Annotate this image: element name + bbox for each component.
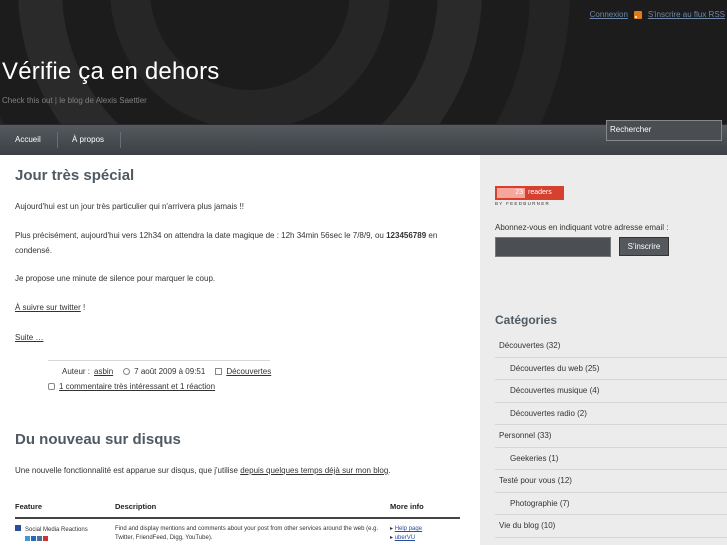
site-header: Connexion S'inscrire au flux RSS Vérifie… bbox=[0, 0, 727, 124]
post-paragraph: Une nouvelle fonctionnalité est apparue … bbox=[15, 463, 465, 478]
rss-link[interactable]: S'inscrire au flux RSS bbox=[648, 10, 725, 19]
subscribe-text: Abonnez-vous en indiquant votre adresse … bbox=[495, 223, 669, 232]
rss-icon bbox=[633, 10, 642, 19]
table-row: Social Media Reactions Find and display … bbox=[15, 518, 460, 545]
comment-icon bbox=[48, 383, 55, 390]
paragraph-text: . bbox=[388, 466, 391, 475]
category-item[interactable]: Vie du blog (10) bbox=[495, 515, 727, 538]
nav-separator bbox=[57, 132, 58, 148]
search-input[interactable]: Rechercher bbox=[606, 120, 722, 141]
more-info-cell: ▸ Help page ▸ uberVU bbox=[390, 518, 460, 545]
category-list: Découvertes (32) Découvertes du web (25)… bbox=[495, 335, 727, 538]
site-description: Check this out | le blog de Alexis Saett… bbox=[2, 96, 147, 105]
post-meta: Auteur : asbin 7 août 2009 à 09:51 Décou… bbox=[62, 367, 271, 376]
youtube-icon bbox=[43, 536, 48, 541]
ubervu-link[interactable]: uberVU bbox=[395, 535, 415, 541]
description-cell: Find and display mentions and comments a… bbox=[115, 526, 379, 541]
table-header-row: Feature Description More info bbox=[15, 496, 460, 519]
twitter-icon bbox=[25, 536, 30, 541]
meta-divider bbox=[48, 360, 270, 361]
more-info-link[interactable]: ▸ uberVU bbox=[390, 534, 460, 543]
paragraph-text: Une nouvelle fonctionnalité est apparue … bbox=[15, 466, 241, 475]
post-paragraph: Suite … bbox=[15, 330, 465, 345]
paragraph-text: Plus précisément, aujourd'hui vers 12h34… bbox=[15, 231, 387, 240]
categories-title: Catégories bbox=[495, 313, 558, 327]
more-info-link[interactable]: ▸ Help page bbox=[390, 525, 460, 534]
feature-cell: Social Media Reactions bbox=[15, 518, 115, 545]
read-more-link[interactable]: Suite … bbox=[15, 333, 43, 342]
nav-item-accueil[interactable]: Accueil bbox=[15, 125, 41, 155]
digg-icon bbox=[37, 536, 42, 541]
subscribe-button[interactable]: S'inscrire bbox=[619, 237, 669, 256]
post-date: 7 août 2009 à 09:51 bbox=[134, 367, 206, 376]
post-title[interactable]: Jour très spécial bbox=[15, 167, 134, 184]
category-item[interactable]: Geekeries (1) bbox=[495, 448, 727, 470]
nav-item-a-propos[interactable]: À propos bbox=[72, 125, 104, 155]
top-links: Connexion S'inscrire au flux RSS bbox=[590, 10, 725, 19]
main-content: Jour très spécial Aujourd'hui est un jou… bbox=[0, 155, 480, 545]
table-header: Feature bbox=[15, 496, 115, 519]
sidebar: 23 readers BY FEEDBURNER Abonnez-vous en… bbox=[480, 155, 727, 545]
feature-name: Social Media Reactions bbox=[25, 527, 88, 533]
post-paragraph: Je propose une minute de silence pour ma… bbox=[15, 274, 216, 283]
author-prefix: Auteur : bbox=[62, 367, 91, 376]
category-link[interactable]: Découvertes bbox=[226, 367, 271, 376]
site-title[interactable]: Vérifie ça en dehors bbox=[2, 58, 219, 86]
post-paragraph: À suivre sur twitter ! bbox=[15, 300, 465, 315]
category-item[interactable]: Découvertes (32) bbox=[495, 335, 727, 358]
category-item[interactable]: Découvertes du web (25) bbox=[495, 358, 727, 380]
checkbox-icon bbox=[15, 525, 21, 531]
email-field[interactable] bbox=[495, 237, 611, 257]
category-item[interactable]: Testé pour vous (12) bbox=[495, 470, 727, 493]
nav-separator bbox=[120, 132, 121, 148]
feature-table: Feature Description More info Social Med… bbox=[15, 496, 460, 545]
post-title[interactable]: Du nouveau sur disqus bbox=[15, 431, 181, 448]
twitter-link[interactable]: À suivre sur twitter bbox=[15, 303, 81, 312]
category-item[interactable]: Découvertes radio (2) bbox=[495, 403, 727, 425]
post-comments: 1 commentaire très intéressant et 1 réac… bbox=[48, 382, 215, 391]
table-header: Description bbox=[115, 496, 390, 519]
feedburner-badge[interactable]: 23 readers bbox=[495, 186, 564, 200]
help-page-link[interactable]: Help page bbox=[395, 526, 422, 532]
category-item[interactable]: Photographie (7) bbox=[495, 493, 727, 515]
author-link[interactable]: asbin bbox=[94, 367, 113, 376]
folder-icon bbox=[215, 368, 223, 375]
paragraph-text: ! bbox=[80, 303, 86, 312]
blog-link[interactable]: depuis quelques temps déjà sur mon blog bbox=[240, 466, 388, 475]
table-header: More info bbox=[390, 496, 460, 519]
readers-label: readers bbox=[528, 189, 552, 196]
post-paragraph: Aujourd'hui est un jour très particulier… bbox=[15, 202, 244, 211]
friendfeed-icon bbox=[31, 536, 36, 541]
login-link[interactable]: Connexion bbox=[590, 10, 628, 19]
service-icons bbox=[15, 535, 115, 545]
highlight-number: 123456789 bbox=[386, 231, 427, 240]
clock-icon bbox=[123, 368, 131, 375]
comments-link[interactable]: 1 commentaire très intéressant et 1 réac… bbox=[59, 382, 215, 391]
post-paragraph: Plus précisément, aujourd'hui vers 12h34… bbox=[15, 228, 465, 258]
category-item[interactable]: Personnel (33) bbox=[495, 425, 727, 448]
feedburner-byline: BY FEEDBURNER bbox=[495, 201, 551, 206]
reader-count: 23 bbox=[497, 188, 525, 198]
category-item[interactable]: Découvertes musique (4) bbox=[495, 380, 727, 403]
